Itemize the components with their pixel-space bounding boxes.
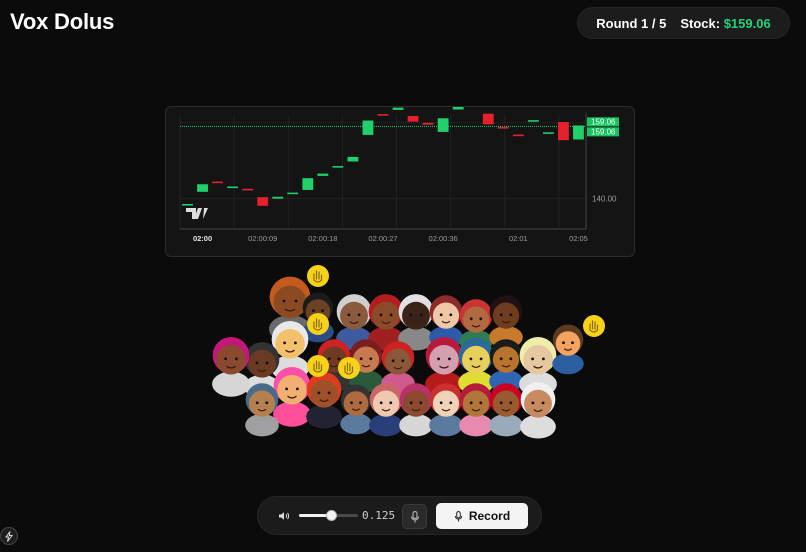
candle [542,132,554,134]
price-chart-svg: 160.00140.00159.06159.0602:0002:00:0902:… [179,107,619,243]
candle [377,114,389,116]
candle [257,197,269,206]
avatar [340,384,372,435]
candle [242,188,254,191]
raised-hand-icon [307,265,329,287]
record-button[interactable]: Record [436,503,528,529]
raised-hand-icon [338,357,360,379]
candle [512,134,524,137]
candle [392,107,404,110]
candle [317,173,329,176]
avatar [398,294,434,351]
avatar [399,383,433,437]
candle [287,192,299,195]
x-tick-label: 02:01 [509,234,528,243]
candle [182,203,193,206]
candle [407,115,419,122]
candle [227,186,239,189]
lightning-bolt-badge[interactable] [0,527,18,545]
avatar [520,382,556,439]
avatar [306,372,342,429]
candle [302,178,314,190]
candle [362,120,374,135]
audience-crowd [212,265,605,439]
x-tick-label: 02:05 [569,234,588,243]
speaker-icon[interactable] [278,510,290,522]
round-status-pill: Round 1 / 5 Stock: $159.06 [577,7,790,39]
stock-value: $159.06 [723,15,771,31]
stock-display: Stock: $159.06 [680,16,770,31]
last-price-label: 159.06 [591,117,616,126]
volume-slider[interactable] [299,510,358,521]
volume-value: 0.125 [362,509,396,522]
avatar [552,324,584,375]
x-tick-label: 02:00:27 [368,234,397,243]
record-label: Record [468,509,511,523]
x-tick-label: 02:00 [193,234,212,243]
candle [347,156,359,162]
avatar [489,383,523,437]
record-mic-icon [454,510,463,521]
avatar [273,366,311,427]
raised-hand-icon [307,313,329,335]
lightning-bolt-icon [5,530,13,542]
candle [573,125,584,140]
candle [212,181,224,184]
avatar [369,383,403,437]
candle [558,122,569,141]
x-tick-label: 02:00:36 [429,234,458,243]
stock-chart[interactable]: 160.00140.00159.06159.0602:0002:00:0902:… [165,106,635,257]
avatar [212,336,250,397]
candle [272,196,284,199]
stock-label: Stock: [680,15,721,31]
avatar [245,383,279,437]
raised-hand-icon [307,355,329,377]
avatar [459,383,493,437]
candle [482,113,494,125]
raised-hand-icon [583,315,605,337]
microphone-button[interactable] [402,504,427,529]
candle [197,184,208,192]
last-price-label: 159.06 [591,127,616,136]
candle [452,107,464,110]
candle [332,166,344,168]
round-indicator: Round 1 / 5 [596,15,667,31]
app-title: Vox Dolus [10,9,115,34]
candle [527,120,539,122]
volume-slider-thumb[interactable] [326,510,337,521]
x-tick-label: 02:00:09 [248,234,277,243]
candle [437,118,449,132]
y-tick-label: 140.00 [592,195,617,204]
candle [497,126,509,129]
x-tick-label: 02:00:18 [308,234,337,243]
microphone-icon [410,510,419,522]
tradingview-logo [186,208,208,219]
audio-controls: 0.125 Record [257,496,542,535]
candle [422,122,434,125]
avatar [429,383,463,437]
